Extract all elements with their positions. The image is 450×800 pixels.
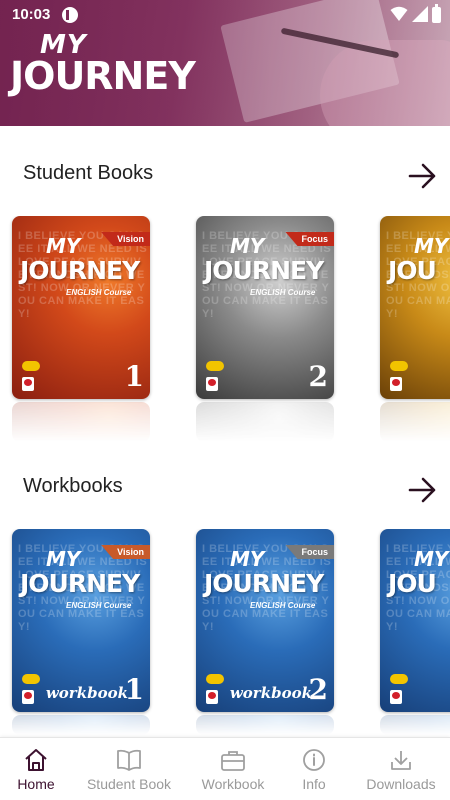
cd-icon xyxy=(22,361,40,371)
book-icon xyxy=(117,749,141,771)
wifi-icon xyxy=(390,6,408,21)
publisher-logo-icon xyxy=(22,377,34,391)
nav-workbook-label: Workbook xyxy=(201,776,265,792)
student-book-card-1[interactable]: I BELIEVE YOU CAN SEE IT ALL WE NEED IS … xyxy=(12,216,150,399)
student-books-title: Student Books xyxy=(23,162,154,184)
info-icon xyxy=(303,749,325,771)
publisher-logo-icon xyxy=(390,377,402,391)
nav-student-book[interactable]: Student Book xyxy=(78,738,180,800)
workbooks-row[interactable]: I BELIEVE YOU CAN SEE IT ALL WE NEED IS … xyxy=(0,529,450,737)
workbook-card-1[interactable]: I BELIEVE YOU CAN SEE IT ALL WE NEED IS … xyxy=(12,529,150,712)
app-logo-journey: JOURNEY xyxy=(10,54,196,98)
briefcase-icon xyxy=(221,751,245,771)
cd-icon xyxy=(206,674,224,684)
cover-title: JOURNEY xyxy=(204,569,324,598)
student-books-arrow-icon[interactable] xyxy=(408,163,438,189)
cd-icon xyxy=(206,361,224,371)
workbook-card-2[interactable]: I BELIEVE YOU CAN SEE IT ALL WE NEED IS … xyxy=(196,529,334,712)
cd-icon xyxy=(390,361,408,371)
publisher-logo-icon xyxy=(206,377,218,391)
app-notification-icon xyxy=(62,7,78,23)
nav-student-book-label: Student Book xyxy=(86,776,172,792)
student-books-row[interactable]: I BELIEVE YOU CAN SEE IT ALL WE NEED IS … xyxy=(0,216,450,446)
battery-icon xyxy=(432,4,441,23)
student-book-card-3[interactable]: I BELIEVE YOU CAN SEE IT ALL WE NEED IS … xyxy=(380,216,450,399)
cover-title: JOURNEY xyxy=(20,256,140,285)
status-time: 10:03 xyxy=(12,6,51,23)
bottom-navigation: Home Student Book Workbook Info Download… xyxy=(0,737,450,800)
nav-home[interactable]: Home xyxy=(0,738,72,800)
cover-title: JOU xyxy=(388,569,437,598)
cover-title: JOU xyxy=(388,256,437,285)
home-icon xyxy=(25,749,47,771)
nav-workbook[interactable]: Workbook xyxy=(190,738,276,800)
workbooks-title: Workbooks xyxy=(23,475,123,497)
signal-icon xyxy=(412,6,428,22)
publisher-logo-icon xyxy=(22,690,34,704)
nav-downloads-label: Downloads xyxy=(366,776,436,792)
workbook-label: workbook xyxy=(45,684,128,702)
volume-number: 2 xyxy=(308,360,328,393)
volume-number: 1 xyxy=(124,360,144,393)
publisher-logo-icon xyxy=(390,690,402,704)
nav-info-label: Info xyxy=(302,776,326,792)
workbooks-arrow-icon[interactable] xyxy=(408,477,438,503)
student-book-card-2[interactable]: I BELIEVE YOU CAN SEE IT ALL WE NEED IS … xyxy=(196,216,334,399)
cover-title: JOURNEY xyxy=(20,569,140,598)
workbook-card-3[interactable]: I BELIEVE YOU CAN SEE IT ALL WE NEED IS … xyxy=(380,529,450,712)
cd-icon xyxy=(390,674,408,684)
volume-number: 2 xyxy=(308,673,328,706)
nav-home-label: Home xyxy=(17,776,55,792)
status-bar: 10:03 xyxy=(0,0,450,30)
cover-title: JOURNEY xyxy=(204,256,324,285)
download-icon xyxy=(391,751,411,770)
nav-downloads[interactable]: Downloads xyxy=(358,738,444,800)
publisher-logo-icon xyxy=(206,690,218,704)
workbook-label: workbook xyxy=(229,684,312,702)
nav-info[interactable]: Info xyxy=(284,738,344,800)
cd-icon xyxy=(22,674,40,684)
volume-number: 1 xyxy=(124,673,144,706)
